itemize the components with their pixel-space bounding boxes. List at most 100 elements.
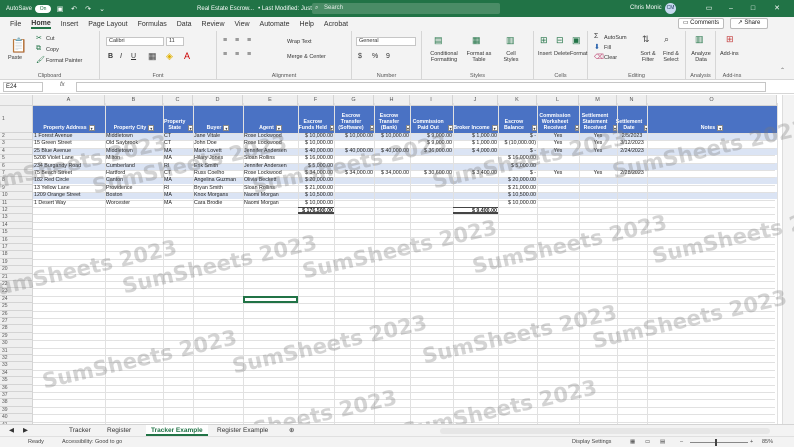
row-header[interactable]: 39 <box>0 406 33 415</box>
align-bottom-icon[interactable]: ≡ <box>247 37 251 44</box>
vertical-scrollbar[interactable] <box>782 95 794 424</box>
table-cell[interactable]: 5208 Violet Lane <box>33 155 105 162</box>
addins-icon[interactable]: ⊞ <box>726 34 734 45</box>
row-header[interactable]: 6 <box>0 162 33 170</box>
table-cell[interactable]: $ 10,000.00 <box>334 133 374 140</box>
format-cells-icon[interactable]: ▣ <box>572 35 581 46</box>
row-header[interactable]: 34 <box>0 369 33 378</box>
font-size-select[interactable]: 11 <box>166 37 184 46</box>
table-cell[interactable]: Naomi Morgan <box>243 200 298 207</box>
column-header[interactable]: C <box>163 95 193 106</box>
table-header-cell[interactable]: Property State ▾ <box>163 106 193 133</box>
table-cell[interactable]: Jennifer Andersen <box>243 163 298 170</box>
copy-button[interactable]: Copy <box>46 47 59 53</box>
table-header-cell[interactable]: Property City ▾ <box>105 106 163 133</box>
table-cell[interactable]: $ 1,000.00 <box>453 140 498 147</box>
table-header-cell[interactable]: Property Address ▾ <box>33 106 105 133</box>
delete-cells-button[interactable]: Delete <box>554 51 570 57</box>
row-header[interactable]: 24 <box>0 295 33 304</box>
table-header-cell[interactable]: Settlement Date▾ <box>616 106 649 133</box>
row-header[interactable]: 1 <box>0 106 33 133</box>
table-cell[interactable]: 75 Beach Street <box>33 170 105 177</box>
sheet-tab[interactable]: Tracker Example <box>146 425 208 436</box>
paste-button[interactable]: Paste <box>8 55 22 61</box>
zoom-out-icon[interactable]: – <box>680 437 683 447</box>
page-break-icon[interactable]: ▤ <box>660 437 665 447</box>
table-cell[interactable]: Cumberland <box>105 163 163 170</box>
table-cell[interactable]: Hartford <box>105 170 163 177</box>
cell-styles-icon[interactable]: ▥ <box>506 35 515 46</box>
table-cell[interactable]: $ 16,000.00 <box>298 155 334 162</box>
delete-cells-icon[interactable]: ⊟ <box>556 35 564 46</box>
sheet-prev-icon[interactable]: ◀ <box>4 425 19 436</box>
table-cell[interactable]: Rose Lockwood <box>243 140 298 147</box>
row-header[interactable]: 33 <box>0 362 33 370</box>
row-header[interactable]: 9 <box>0 184 33 193</box>
paste-icon[interactable]: 📋 <box>10 37 27 54</box>
row-header[interactable]: 20 <box>0 266 33 274</box>
table-cell[interactable]: $ 34,000.00 <box>334 170 374 177</box>
zoom-slider-thumb[interactable] <box>715 439 717 446</box>
add-sheet-icon[interactable]: ⊕ <box>284 425 299 436</box>
comments-button[interactable]: ▭ Comments <box>678 18 724 29</box>
table-cell[interactable]: Boston <box>105 192 163 199</box>
table-cell[interactable]: $ 40,000.00 <box>298 148 334 155</box>
analyze-data-button[interactable]: Analyze Data <box>689 51 713 63</box>
search-input[interactable]: ⌕ Search <box>312 3 500 14</box>
table-header-cell[interactable]: Commission Paid Out ▾ <box>410 106 453 133</box>
row-header[interactable]: 23 <box>0 288 33 296</box>
table-cell[interactable]: $ 1,000.00 <box>453 133 498 140</box>
menu-page-layout[interactable]: Page Layout <box>88 21 127 28</box>
row-header[interactable]: 40 <box>0 414 33 422</box>
cut-icon[interactable]: ✂ <box>36 34 42 42</box>
menu-data[interactable]: Data <box>177 21 192 28</box>
table-cell[interactable]: CT <box>163 170 193 177</box>
normal-view-icon[interactable]: ▦ <box>630 437 635 447</box>
column-header[interactable]: B <box>105 95 163 106</box>
row-header[interactable]: 3 <box>0 140 33 148</box>
table-cell[interactable]: $ 9,000.00 <box>410 133 453 140</box>
table-header-cell[interactable]: Buyer ▾ <box>193 106 243 133</box>
maximize-icon[interactable]: □ <box>746 0 760 17</box>
row-header[interactable]: 27 <box>0 318 33 326</box>
table-cell[interactable]: Yes <box>537 148 579 155</box>
filter-dropdown-icon[interactable]: ▾ <box>491 125 498 131</box>
table-cell[interactable]: 15 Green Street <box>33 140 105 147</box>
autosum-button[interactable]: AutoSum <box>604 35 627 41</box>
table-cell[interactable]: $ 20,000.00 <box>498 177 537 184</box>
table-cell[interactable]: $ 20,000.00 <box>298 177 334 184</box>
table-cell[interactable]: Yes <box>579 148 617 155</box>
table-cell[interactable]: Yes <box>537 140 579 147</box>
zoom-slider[interactable] <box>690 442 748 443</box>
table-cell[interactable]: $ 40,000.00 <box>374 148 410 155</box>
ribbon-display-icon[interactable]: ▭ <box>702 0 716 17</box>
menu-acrobat[interactable]: Acrobat <box>324 21 348 28</box>
formula-input[interactable] <box>76 82 766 92</box>
fill-icon[interactable]: ⬇ <box>594 43 600 51</box>
menu-automate[interactable]: Automate <box>260 21 290 28</box>
table-cell[interactable]: Angelina Guzman <box>193 177 243 184</box>
undo-icon[interactable]: ↶ <box>69 5 79 13</box>
sort-filter-button[interactable]: Sort & Filter <box>638 51 658 63</box>
avatar[interactable]: CM <box>665 3 676 14</box>
display-settings-button[interactable]: Display Settings <box>572 437 611 447</box>
analyze-data-icon[interactable]: ▥ <box>695 34 704 45</box>
column-header[interactable]: H <box>374 95 410 106</box>
table-cell[interactable]: Knox Morgans <box>193 192 243 199</box>
row-header[interactable]: 25 <box>0 303 33 311</box>
format-table-icon[interactable]: ▦ <box>472 35 481 46</box>
column-header[interactable]: O <box>647 95 777 106</box>
align-top-icon[interactable]: ≡ <box>223 37 227 44</box>
sheet-next-icon[interactable]: ▶ <box>18 425 33 436</box>
table-cell[interactable]: 1209 Orange Street <box>33 192 105 199</box>
menu-insert[interactable]: Insert <box>61 21 79 28</box>
filter-dropdown-icon[interactable]: ▾ <box>275 125 282 131</box>
align-middle-icon[interactable]: ≡ <box>235 37 239 44</box>
table-cell[interactable]: 25 Blue Avenue <box>33 148 105 155</box>
row-header[interactable]: 38 <box>0 399 33 407</box>
fx-icon[interactable]: fx <box>60 82 65 88</box>
table-cell[interactable]: 182 Red Circle <box>33 177 105 184</box>
table-cell[interactable]: 2/24/2023 <box>617 148 647 155</box>
currency-button[interactable]: $ <box>358 53 362 60</box>
underline-button[interactable]: U <box>131 53 136 60</box>
